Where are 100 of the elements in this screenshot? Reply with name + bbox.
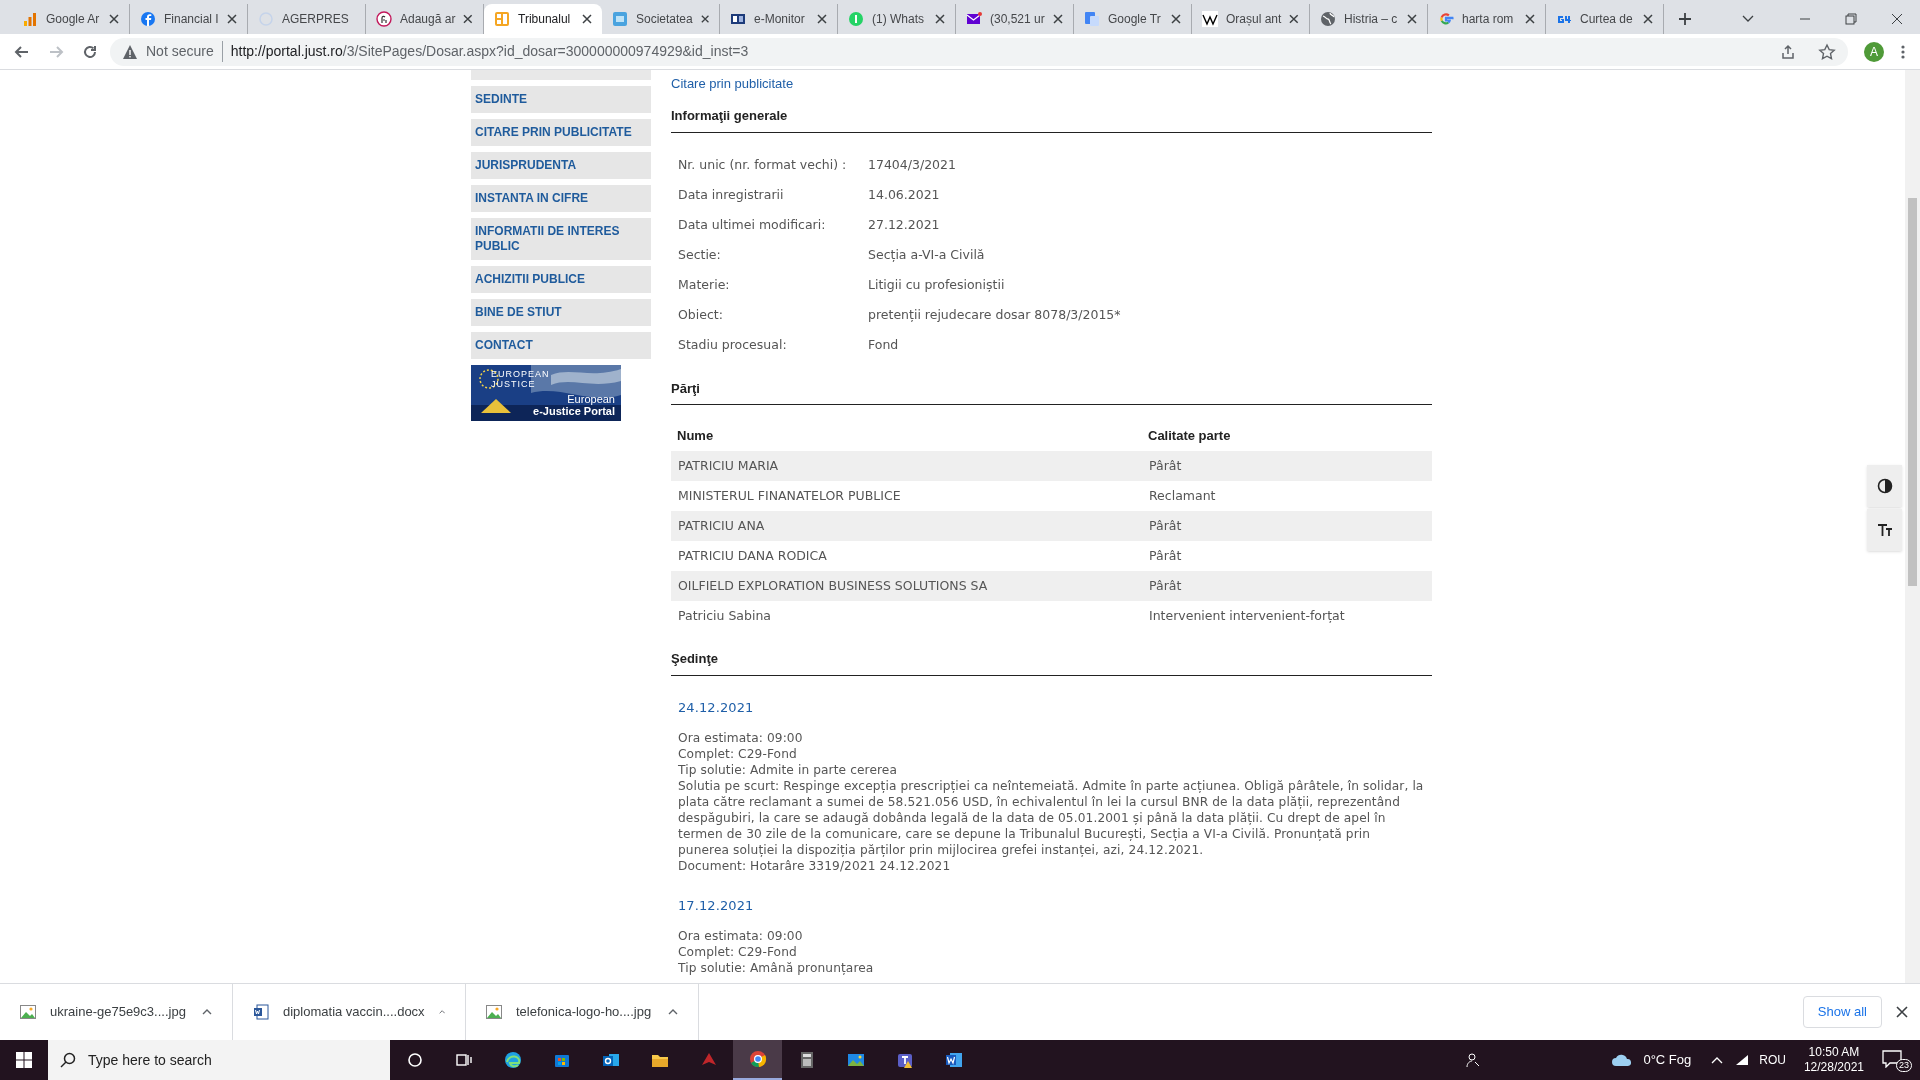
- banner-tagline: EUROPEAN JUSTICE: [491, 369, 551, 389]
- close-icon[interactable]: [1407, 14, 1417, 24]
- language-indicator[interactable]: ROU: [1759, 1051, 1786, 1069]
- edge-icon[interactable]: [502, 1050, 523, 1070]
- sidebar-link[interactable]: INFORMATII DE INTERES PUBLIC: [471, 218, 651, 260]
- field-label: Data ultimei modificari:: [678, 216, 827, 235]
- table-cell-text: Patriciu Sabina: [678, 606, 772, 625]
- close-icon[interactable]: [935, 14, 945, 24]
- tab-title: harta rom: [1462, 11, 1515, 28]
- star-icon[interactable]: [1818, 42, 1836, 61]
- sidebar-link[interactable]: ACHIZITII PUBLICE: [471, 266, 651, 293]
- hearing-text: Document: Hotarâre 3319/2021 24.12.2021: [678, 857, 952, 874]
- taskbar-search-field[interactable]: Type here to search: [48, 1040, 390, 1080]
- table-cell-text: Pârât: [1149, 516, 1182, 535]
- sidebar-link[interactable]: CONTACT: [471, 332, 651, 359]
- close-icon[interactable]: [227, 14, 237, 24]
- tab-title: Google Ar: [46, 11, 101, 28]
- weather-text[interactable]: 0°C Fog: [1643, 1050, 1692, 1070]
- banner-title: European: [567, 392, 615, 407]
- tab-title: (30,521 ur: [990, 11, 1045, 28]
- close-icon[interactable]: [817, 14, 827, 24]
- close-icon[interactable]: [1053, 14, 1063, 24]
- close-icon[interactable]: [700, 14, 709, 24]
- restore-icon[interactable]: [1845, 13, 1857, 25]
- clock-date[interactable]: 12/28/2021: [1803, 1060, 1864, 1075]
- field-value: Secția a-VI-a Civilă: [868, 246, 985, 265]
- table-cell-text: Reclamant: [1149, 486, 1216, 505]
- windows-start-icon[interactable]: [16, 1052, 32, 1068]
- text-size-button[interactable]: [1867, 509, 1902, 551]
- close-icon[interactable]: [1289, 14, 1299, 24]
- contrast-button[interactable]: [1867, 465, 1902, 507]
- field-label: Stadiu procesual:: [678, 336, 788, 355]
- warning-icon: [122, 43, 138, 60]
- table-cell-text: OILFIELD EXPLORATION BUSINESS SOLUTIONS SA: [678, 576, 989, 595]
- hearing-date[interactable]: 24.12.2021: [678, 699, 754, 716]
- word-icon[interactable]: [943, 1050, 964, 1070]
- field-label: Obiect:: [678, 306, 724, 325]
- clock-time[interactable]: 10:50 AM: [1808, 1045, 1860, 1060]
- hearing-text: Ora estimata: 09:00: [678, 729, 804, 746]
- caret-up-icon[interactable]: [438, 1009, 445, 1015]
- new-tab-icon[interactable]: [1678, 12, 1692, 26]
- close-icon[interactable]: [463, 14, 473, 24]
- tab-title: Orașul ant: [1226, 11, 1282, 28]
- close-icon[interactable]: [1891, 13, 1903, 25]
- field-label: Data inregistrarii: [678, 186, 785, 205]
- notification-badge[interactable]: 23: [1896, 1059, 1912, 1072]
- address-bar[interactable]: Not secure http://portal.just.ro/3/SitePages/Dosar.aspx?id_dosar=300000000974929&id_inst=3: [110, 37, 1848, 66]
- close-icon[interactable]: [1525, 14, 1535, 24]
- translate-icon: [1084, 11, 1100, 27]
- table-cell-text: PATRICIU MARIA: [678, 456, 780, 475]
- bar-chart-icon: [22, 11, 38, 27]
- field-value: 17404/3/2021: [868, 156, 956, 175]
- sidebar-link[interactable]: INSTANTA IN CIFRE: [471, 185, 651, 212]
- wifi-icon[interactable]: [1735, 1054, 1750, 1066]
- show-all-button[interactable]: Show all: [1802, 996, 1882, 1028]
- hearing-text: Complet: C29-Fond: [678, 943, 798, 960]
- tab-title: AGERPRES: [282, 11, 349, 28]
- chevron-up-icon[interactable]: [1711, 1056, 1724, 1064]
- close-icon[interactable]: [1896, 1006, 1908, 1018]
- browser-tab[interactable]: Tribunalul: [484, 4, 602, 34]
- close-icon[interactable]: [582, 14, 592, 24]
- close-icon[interactable]: [1643, 14, 1653, 24]
- facebook-icon: [140, 11, 156, 27]
- tab-title: Curtea de: [1580, 11, 1634, 28]
- close-icon[interactable]: [109, 14, 119, 24]
- menu-icon[interactable]: [1900, 43, 1906, 60]
- image-file-icon: [486, 1005, 502, 1019]
- field-value: Litigii cu profesioniștii: [868, 276, 1005, 295]
- e-justice-banner[interactable]: EUROPEAN JUSTICE European e-Justice Portal: [471, 365, 621, 421]
- table-cell-text: Pârât: [1149, 546, 1182, 565]
- field-value: pretenții rejudecare dosar 8078/3/2015*: [868, 306, 1121, 325]
- close-icon[interactable]: [1171, 14, 1181, 24]
- caret-up-icon[interactable]: [202, 1009, 212, 1015]
- chrome-icon[interactable]: [747, 1049, 768, 1069]
- table-cell-text: PATRICIU ANA: [678, 516, 766, 535]
- tab-search-icon[interactable]: [1742, 15, 1754, 23]
- scrollbar[interactable]: [1905, 70, 1920, 983]
- tab-title: Financial I: [164, 11, 219, 28]
- caret-up-icon[interactable]: [668, 1009, 678, 1015]
- section-heading: Informaţii generale: [671, 106, 1432, 133]
- contrast-icon: [1876, 478, 1893, 494]
- person-icon[interactable]: [1465, 1052, 1482, 1068]
- file-name: diplomatia vaccin....docx: [283, 1003, 425, 1022]
- share-icon[interactable]: [1780, 43, 1796, 60]
- hearing-date[interactable]: 17.12.2021: [678, 897, 754, 914]
- file-name: ukraine-ge75e9c3....jpg: [50, 1003, 187, 1022]
- globe-icon: [1320, 11, 1336, 27]
- chat-bubble-icon: [848, 11, 864, 27]
- sidebar-link[interactable]: JURISPRUDENTA: [471, 152, 651, 179]
- citation-link[interactable]: Citare prin publicitate: [671, 76, 794, 92]
- monitor-logo-icon: [730, 11, 746, 27]
- sidebar-link[interactable]: SEDINTE: [471, 86, 651, 113]
- sidebar-link[interactable]: BINE DE STIUT: [471, 299, 651, 326]
- field-value: 27.12.2021: [868, 216, 940, 235]
- tab-title: Histria – c: [1344, 11, 1399, 28]
- circle-logo-icon: [376, 11, 392, 27]
- google-icon: [1438, 11, 1454, 27]
- tab-title: Societatea: [636, 11, 693, 28]
- field-value: 14.06.2021: [868, 186, 940, 205]
- sidebar-link[interactable]: CITARE PRIN PUBLICITATE: [471, 119, 651, 146]
